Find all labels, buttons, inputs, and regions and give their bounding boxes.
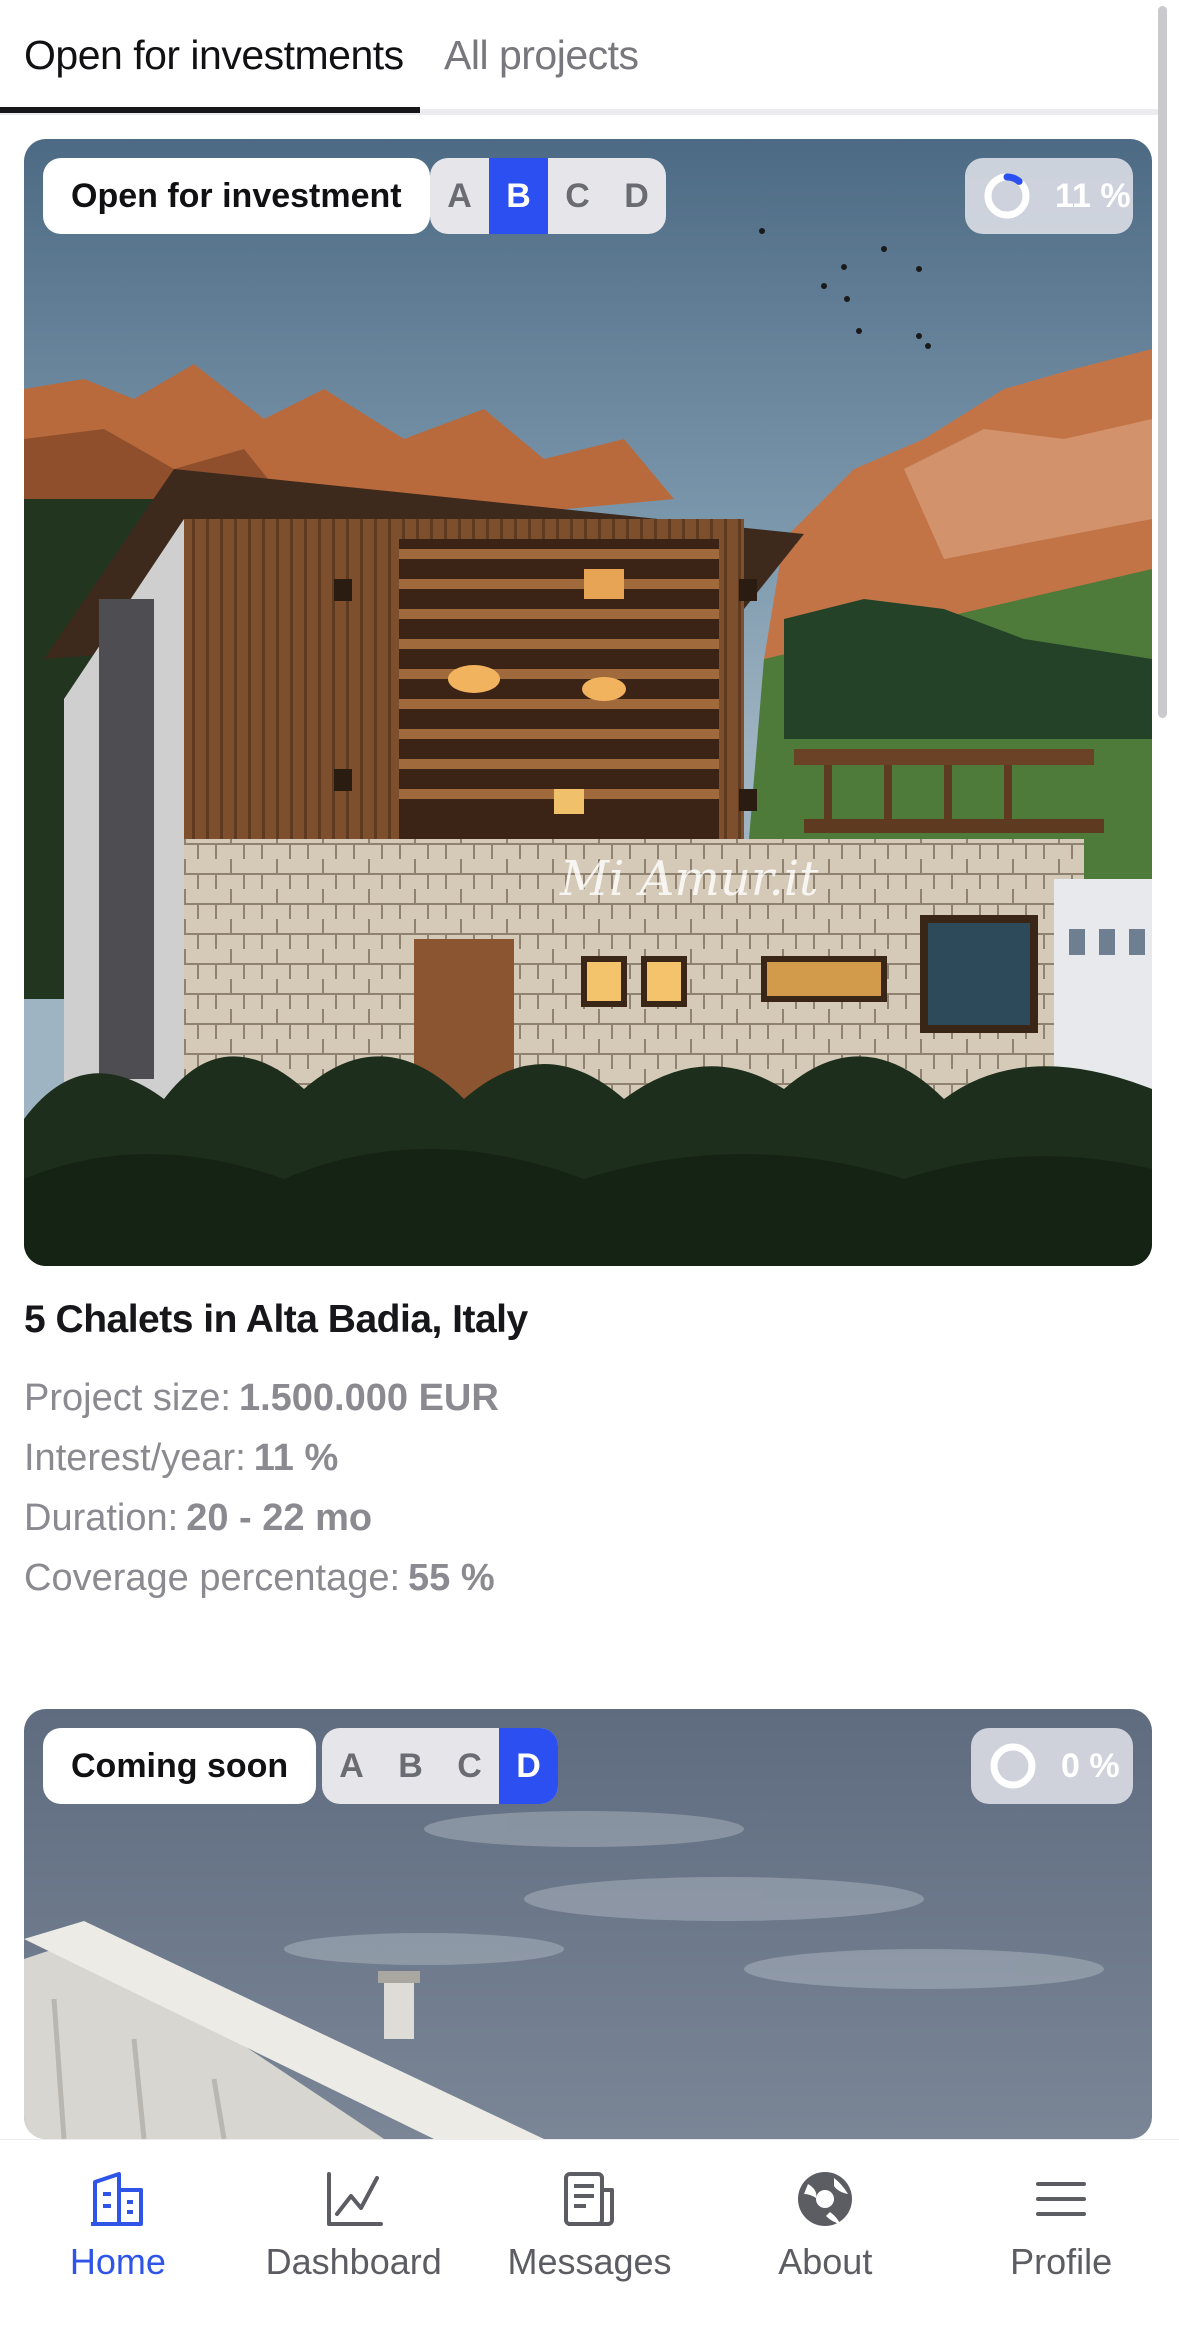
fact-value: 20 - 22 mo [186, 1497, 373, 1539]
chalet-photo [24, 139, 1152, 1266]
funding-progress: 11 % [965, 158, 1133, 234]
fact-label: Interest/year: [24, 1437, 246, 1479]
risk-class-selector: A B C D [322, 1728, 558, 1804]
bottom-navigation: Home Dashboard Messages About Profile [0, 2139, 1179, 2327]
progress-ring-icon [990, 1743, 1036, 1789]
funding-percent: 11 % [1055, 176, 1131, 215]
fact-duration: Duration: 20 - 22 mo [24, 1488, 1152, 1548]
document-messages-icon [564, 2172, 615, 2226]
fact-value: 1.500.000 EUR [238, 1377, 499, 1419]
status-badge: Open for investment [43, 158, 430, 234]
nav-profile[interactable]: Profile [943, 2140, 1179, 2327]
risk-class-c: C [457, 1747, 482, 1785]
fact-value: 55 % [408, 1557, 495, 1599]
risk-class-c: C [565, 177, 590, 215]
funding-percent: 0 % [1061, 1746, 1120, 1785]
fact-value: 11 % [253, 1437, 339, 1479]
project-title[interactable]: 5 Chalets in Alta Badia, Italy [24, 1298, 1152, 1342]
project-tabs: Open for investments All projects [0, 0, 1160, 115]
scrollbar[interactable] [1158, 6, 1167, 718]
risk-class-selector: A B C D [430, 158, 666, 234]
menu-lines-icon [1036, 2182, 1087, 2216]
funding-progress: 0 % [971, 1728, 1133, 1804]
project-image-villa[interactable]: Coming soon A B C D 0 % [24, 1709, 1152, 2139]
status-badge: Coming soon [43, 1728, 317, 1804]
tab-all-projects[interactable]: All projects [444, 32, 639, 79]
fact-project-size: Project size: 1.500.000 EUR [24, 1368, 1152, 1428]
nav-dashboard[interactable]: Dashboard [236, 2140, 472, 2327]
risk-class-b: B [398, 1747, 423, 1785]
fact-label: Coverage percentage: [24, 1557, 401, 1599]
nav-label: Dashboard [265, 2241, 442, 2282]
watermark-text: Mi Amur.it [560, 851, 819, 907]
fact-interest-year: Interest/year: 11 % [24, 1428, 1152, 1488]
project-card[interactable]: Coming soon A B C D 0 % [24, 1709, 1152, 2139]
project-image-chalet[interactable]: Mi Amur.it Open for investment A B C D 1… [24, 139, 1152, 1266]
progress-ring-icon [984, 173, 1030, 219]
risk-class-a: A [339, 1747, 364, 1785]
project-card[interactable]: Mi Amur.it Open for investment A B C D 1… [24, 139, 1152, 1608]
fact-label: Duration: [24, 1497, 179, 1539]
nav-home[interactable]: Home [0, 2140, 236, 2327]
fact-coverage: Coverage percentage: 55 % [24, 1548, 1152, 1608]
active-tab-indicator [0, 107, 420, 113]
risk-class-d-selected: D [499, 1728, 558, 1804]
nav-messages[interactable]: Messages [472, 2140, 708, 2327]
chart-line-icon [326, 2172, 383, 2226]
project-facts: Project size: 1.500.000 EUR Interest/year… [24, 1368, 1152, 1608]
tab-open-for-investments[interactable]: Open for investments [24, 32, 404, 79]
risk-class-a: A [447, 177, 472, 215]
nav-label: About [778, 2241, 873, 2282]
nav-about[interactable]: About [707, 2140, 943, 2327]
nav-label: Profile [1010, 2241, 1113, 2282]
risk-class-b-selected: B [489, 158, 548, 234]
nav-label: Messages [507, 2241, 672, 2282]
fact-label: Project size: [24, 1377, 231, 1419]
home-building-icon [90, 2172, 143, 2226]
about-globe-icon [798, 2172, 853, 2226]
risk-class-d: D [624, 177, 649, 215]
nav-label: Home [69, 2241, 166, 2282]
